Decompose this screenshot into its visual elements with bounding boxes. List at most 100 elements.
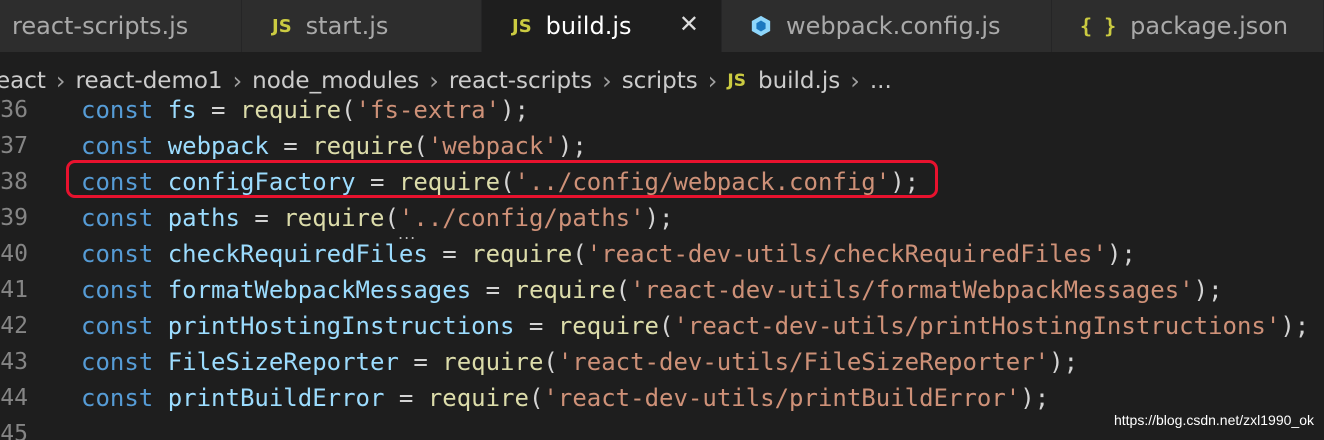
code-token: require (514, 276, 616, 304)
breadcrumb-file[interactable]: JS build.js (727, 68, 840, 94)
close-icon[interactable]: ✕ (679, 12, 699, 36)
code-token: 'react-dev-utils/formatWebpackMessages' (630, 276, 1194, 304)
line-number: 41 (0, 277, 28, 303)
code-token: 'react-dev-utils/FileSizeReporter' (557, 348, 1050, 376)
code-token: = (427, 240, 472, 268)
code-token: ( (500, 168, 515, 196)
code-token: fs (167, 96, 197, 124)
code-token: const (81, 204, 168, 232)
code-text: const FileSizeReporter = require('react-… (81, 344, 1078, 380)
code-line[interactable]: 37 const webpack = require('webpack'); (0, 128, 1324, 164)
tab-react-scripts-js[interactable]: react-scripts.js (0, 0, 242, 52)
code-token: ); (1280, 312, 1310, 340)
code-token: = (514, 312, 558, 340)
code-token: require (239, 96, 342, 124)
code-line[interactable]: 43 const FileSizeReporter = require('reac… (0, 344, 1324, 380)
code-token: require (312, 132, 414, 160)
watermark: https://blog.csdn.net/zxl1990_ok (1111, 412, 1316, 428)
code-token: ( (572, 240, 587, 268)
code-line[interactable]: 36 const fs = require('fs-extra'); (0, 92, 1324, 128)
tab-label: build.js (545, 12, 632, 40)
line-number: 44 (0, 385, 28, 411)
code-token: require (398, 168, 501, 196)
tab-package-json[interactable]: { } package.json (1052, 0, 1324, 52)
code-token: ( (341, 96, 356, 124)
chevron-right-icon: › (850, 67, 860, 95)
line-number: 42 (0, 313, 28, 339)
chevron-right-icon: › (232, 67, 243, 95)
code-token: ( (413, 132, 428, 160)
code-token: 'react-dev-utils/printBuildError' (543, 384, 1021, 412)
breadcrumb-item[interactable]: node_modules (252, 68, 419, 94)
code-text: const formatWebpackMessages = require('r… (81, 272, 1223, 308)
chevron-right-icon: › (55, 67, 66, 95)
js-file-icon: JS (272, 15, 292, 37)
code-token: FileSizeReporter (167, 348, 399, 376)
code-line[interactable]: 40 const checkRequiredFiles = require('re… (0, 236, 1324, 272)
code-token: = (355, 168, 399, 196)
tab-build-js[interactable]: JS build.js ✕ (482, 0, 722, 52)
line-number: 36 (0, 97, 28, 123)
code-token: = (239, 204, 284, 232)
code-token: const (81, 96, 168, 124)
code-token: ); (1049, 348, 1079, 376)
code-text: const configFactory = require('../config… (81, 164, 919, 200)
code-token: const (81, 312, 168, 340)
code-token: const (81, 384, 168, 412)
code-token: ); (500, 96, 529, 124)
tab-start-js[interactable]: JS start.js (242, 0, 482, 52)
breadcrumb-item[interactable]: scripts (622, 68, 698, 94)
line-number: 38 (0, 169, 28, 195)
code-line[interactable]: 42 const printHostingInstructions = requi… (0, 308, 1324, 344)
code-line[interactable]: 38 const configFactory = require('../conf… (0, 164, 1324, 200)
js-file-icon: JS (727, 71, 746, 91)
code-line[interactable]: 39 const paths = require('../config/paths… (0, 200, 1324, 236)
code-hint-dots: ... (398, 224, 417, 243)
breadcrumb-item[interactable]: eact (0, 68, 46, 94)
tab-webpack-config-js[interactable]: webpack.config.js (722, 0, 1052, 52)
code-token: = (384, 384, 428, 412)
code-token: const (81, 132, 168, 160)
vscode-editor-window: react-scripts.js JS start.js JS build.js… (0, 0, 1324, 440)
code-token: checkRequiredFiles (167, 240, 428, 268)
code-token: 'fs-extra' (355, 96, 501, 124)
code-token: ); (890, 168, 920, 196)
code-token: require (283, 204, 385, 232)
tab-label: webpack.config.js (786, 12, 1001, 40)
code-line[interactable]: 41 const formatWebpackMessages = require(… (0, 272, 1324, 308)
code-token: require (557, 312, 659, 340)
code-token: 'react-dev-utils/checkRequiredFiles' (586, 240, 1107, 268)
code-token: ( (543, 348, 558, 376)
tab-label: package.json (1130, 12, 1289, 40)
code-token: '../config/paths' (398, 204, 645, 232)
code-token: 'react-dev-utils/printHostingInstruction… (673, 312, 1281, 340)
code-token: = (268, 132, 313, 160)
line-number: 39 (0, 205, 28, 231)
code-token: = (196, 96, 240, 124)
code-token: ( (615, 276, 631, 304)
code-token: ); (1193, 276, 1223, 304)
code-token: const (81, 348, 168, 376)
code-token: require (442, 348, 544, 376)
code-token: ); (1020, 384, 1050, 412)
tab-bar: react-scripts.js JS start.js JS build.js… (0, 0, 1324, 52)
code-editor[interactable]: 36 const fs = require('fs-extra'); 37 const… (0, 92, 1324, 440)
code-token: '../config/webpack.config' (514, 168, 891, 196)
chevron-right-icon: › (429, 67, 439, 95)
breadcrumb-item[interactable]: react-demo1 (76, 68, 223, 94)
code-token: const (81, 240, 168, 268)
code-token: = (471, 276, 515, 304)
line-number: 43 (0, 349, 28, 375)
code-token: paths (167, 204, 240, 232)
code-token: ( (659, 312, 674, 340)
breadcrumb-item[interactable]: react-scripts (449, 68, 592, 94)
code-line[interactable]: 44 const printBuildError = require('react… (0, 380, 1324, 416)
code-token: const (81, 168, 168, 196)
code-text: const webpack = require('webpack'); (81, 128, 587, 164)
code-token: ( (384, 204, 399, 232)
code-token: const (81, 276, 168, 304)
code-text: const checkRequiredFiles = require('reac… (81, 236, 1136, 272)
line-number: 45 (0, 421, 28, 440)
code-token: ( (528, 384, 544, 412)
breadcrumb-symbols[interactable]: ... (870, 68, 892, 94)
